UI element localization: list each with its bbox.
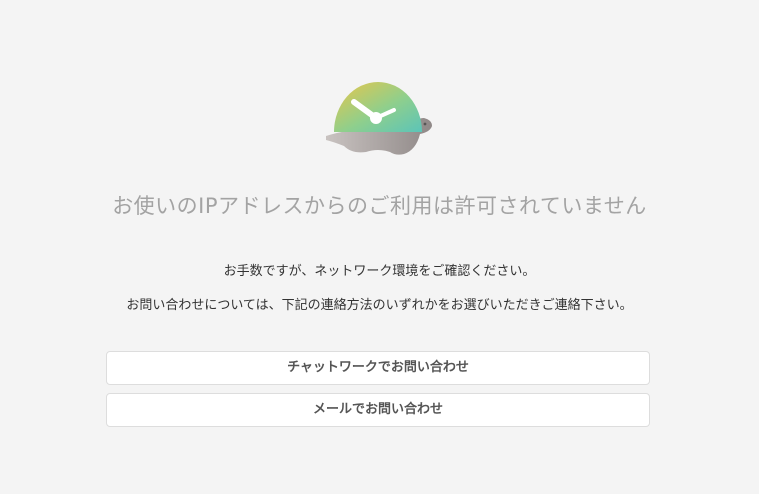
error-message-line-1: お手数ですが、ネットワーク環境をご確認ください。 <box>223 264 536 279</box>
chatwork-contact-button[interactable]: チャットワークでお問い合わせ <box>106 351 650 385</box>
turtle-clock-icon <box>320 70 440 160</box>
error-title: お使いのIPアドレスからのご利用は許可されていません <box>112 194 647 218</box>
error-page: お使いのIPアドレスからのご利用は許可されていません お手数ですが、ネットワーク… <box>0 0 759 494</box>
error-message-line-2: お問い合わせについては、下記の連絡方法のいずれかをお選びいただきご連絡下さい。 <box>126 298 633 313</box>
mail-contact-button[interactable]: メールでお問い合わせ <box>106 393 650 427</box>
